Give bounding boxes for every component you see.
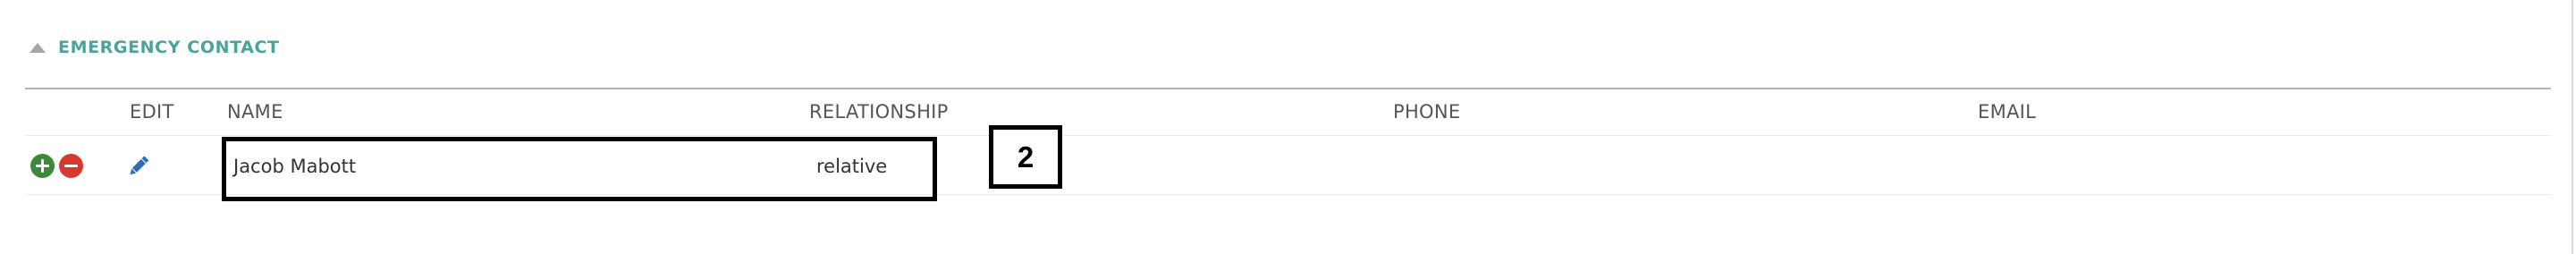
column-header-edit: EDIT	[130, 101, 174, 123]
row-divider	[25, 135, 2551, 136]
column-header-relationship: RELATIONSHIP	[809, 101, 949, 123]
section-toggle[interactable]: EMERGENCY CONTACT	[30, 34, 280, 61]
panel-border	[2572, 0, 2573, 254]
emergency-contact-panel: EMERGENCY CONTACT EDIT NAME RELATIONSHIP…	[0, 0, 2576, 254]
column-header-phone: PHONE	[1393, 101, 1461, 123]
column-header-email: EMAIL	[1978, 101, 2037, 123]
annotation-box	[222, 137, 937, 201]
plus-circle-icon[interactable]	[30, 154, 55, 178]
triangle-up-icon[interactable]	[30, 42, 46, 53]
minus-circle-icon[interactable]	[59, 154, 83, 178]
column-header-name: NAME	[227, 101, 283, 123]
section-divider	[25, 88, 2551, 89]
section-title: EMERGENCY CONTACT	[58, 38, 280, 57]
annotation-label: 2	[989, 125, 1062, 189]
pencil-icon[interactable]	[125, 152, 152, 179]
